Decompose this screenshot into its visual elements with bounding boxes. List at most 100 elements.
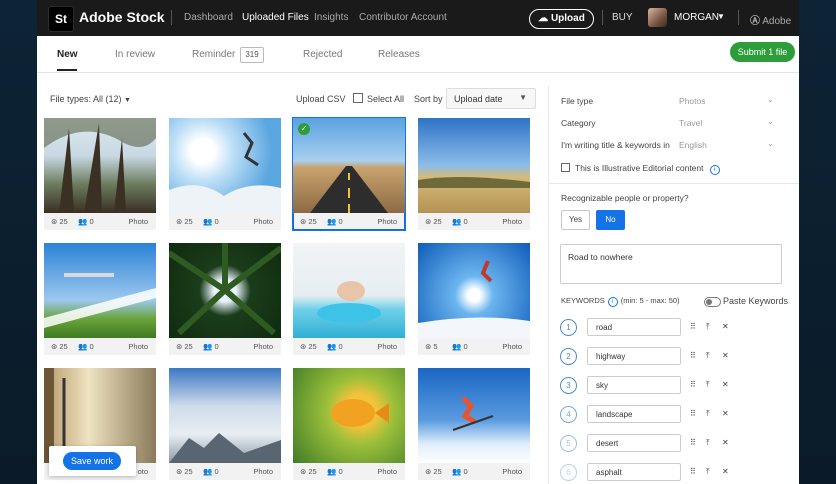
move-to-top-icon[interactable]: ⤒ (706, 351, 710, 361)
selected-check-icon[interactable]: ✓ (298, 123, 310, 135)
close-icon[interactable]: ✕ (722, 322, 729, 331)
move-to-top-icon[interactable]: ⤒ (706, 409, 710, 419)
drag-handle-icon[interactable]: ⠿ (690, 322, 696, 331)
chevron-down-icon[interactable]: ⌄ (767, 139, 774, 148)
close-icon[interactable]: ✕ (722, 438, 729, 447)
image-card[interactable]: ⊛ 25 👥 0 Photo (418, 118, 530, 230)
cloud-upload-icon: ☁ (538, 13, 549, 24)
file-type: Photo (502, 217, 522, 226)
move-to-top-icon[interactable]: ⤒ (706, 467, 710, 477)
info-icon[interactable]: i (607, 297, 618, 307)
sales-count: ⊛ 25 (300, 467, 317, 476)
image-card[interactable]: ⊛ 25 👥 0 Photo (418, 368, 530, 480)
image-card[interactable]: ⊛ 25 👥 0 Photo (169, 368, 281, 480)
keyword-row: 1 road ⠿ ⤒ ✕ (560, 318, 795, 338)
keyword-input[interactable]: desert (587, 434, 681, 452)
language-select[interactable]: English (679, 140, 707, 150)
tab-reminder[interactable]: Reminder (192, 49, 235, 60)
move-to-top-icon[interactable]: ⤒ (706, 438, 710, 448)
close-icon[interactable]: ✕ (722, 351, 729, 360)
keyword-input[interactable]: sky (587, 376, 681, 394)
thumbnail-pool-float[interactable] (293, 243, 405, 338)
illustrative-editorial-checkbox[interactable] (561, 163, 570, 172)
keyword-input[interactable]: road (587, 318, 681, 336)
nav-uploaded-files[interactable]: Uploaded Files (242, 12, 309, 23)
close-icon[interactable]: ✕ (722, 409, 729, 418)
tab-rejected[interactable]: Rejected (303, 49, 342, 60)
card-meta: ⊛ 25 👥 0 Photo (44, 338, 156, 355)
keyword-input[interactable]: landscape (587, 405, 681, 423)
thumbnail-skier-jump[interactable] (418, 243, 530, 338)
nav-dashboard[interactable]: Dashboard (184, 12, 233, 23)
select-all-label[interactable]: Select All (367, 94, 404, 104)
chevron-down-icon[interactable]: ⌄ (767, 95, 774, 104)
category-select[interactable]: Travel (679, 118, 702, 128)
image-card[interactable]: ⊛ 5 👥 0 Photo (418, 243, 530, 355)
file-types-label: File types: All (12) (50, 94, 122, 104)
file-types-filter[interactable]: File types: All (12) ▼ (50, 94, 131, 104)
image-card[interactable]: ⊛ 25 👥 0 Photo (293, 368, 405, 480)
image-card[interactable]: ⊛ 25 👥 0 Photo (44, 243, 156, 355)
upload-csv-link[interactable]: Upload CSV (296, 94, 346, 104)
user-name[interactable]: MORGAN (674, 12, 719, 23)
info-icon[interactable]: i (709, 165, 720, 175)
adobe-logo-icon: Ⓐ (750, 16, 760, 27)
brand-name[interactable]: Adobe Stock (79, 9, 165, 25)
upload-button[interactable]: ☁ Upload (529, 9, 594, 29)
thumbnail-desert-road[interactable] (293, 118, 405, 213)
submit-button[interactable]: Submit 1 file (730, 42, 795, 62)
thumbnail-airplane-field[interactable] (44, 243, 156, 338)
drag-handle-icon[interactable]: ⠿ (690, 409, 696, 418)
paste-keywords-label[interactable]: Paste Keywords (723, 296, 788, 306)
keyword-input[interactable]: asphalt (587, 463, 681, 481)
adobe-link[interactable]: Ⓐ Adobe (750, 12, 791, 27)
drag-handle-icon[interactable]: ⠿ (690, 380, 696, 389)
drag-handle-icon[interactable]: ⠿ (690, 351, 696, 360)
thumbnail-field-landscape[interactable] (418, 118, 530, 213)
image-card[interactable]: ⊛ 25 👥 0 Photo (169, 243, 281, 355)
sales-count: ⊛ 25 (300, 217, 317, 226)
image-card[interactable]: ⊛ 25 👥 0 Photo (44, 118, 156, 230)
close-icon[interactable]: ✕ (722, 380, 729, 389)
people-count: 👥 0 (452, 217, 468, 226)
close-icon[interactable]: ✕ (722, 467, 729, 476)
tab-releases[interactable]: Releases (378, 49, 420, 60)
image-card-selected[interactable]: ✓ ⊛ 25 👥 0 Photo (292, 117, 406, 231)
thumbnail-skier-sun[interactable] (169, 118, 281, 213)
keyword-input[interactable]: highway (587, 347, 681, 365)
thumbnail-skier-powder[interactable] (418, 368, 530, 463)
nav-contributor-account[interactable]: Contributor Account (359, 12, 447, 23)
chevron-down-icon[interactable]: ⌄ (767, 117, 774, 126)
buy-link[interactable]: BUY (612, 12, 633, 23)
thumbnail-mountain-clouds[interactable] (169, 368, 281, 463)
paste-keywords-toggle[interactable] (704, 297, 721, 307)
title-input[interactable]: Road to nowhere (560, 244, 782, 284)
nav-insights[interactable]: Insights (314, 12, 348, 23)
page-background-left (0, 0, 38, 484)
save-work-button[interactable]: Save work (63, 452, 121, 470)
avatar[interactable] (648, 8, 667, 27)
image-card[interactable]: ⊛ 25 👥 0 Photo (169, 118, 281, 230)
select-all-checkbox[interactable] (353, 93, 363, 103)
card-meta: ⊛ 25 👥 0 Photo (169, 463, 281, 480)
move-to-top-icon[interactable]: ⤒ (706, 380, 710, 390)
card-meta: ⊛ 25 👥 0 Photo (418, 463, 530, 480)
stock-logo[interactable]: St (48, 6, 74, 32)
yes-button[interactable]: Yes (561, 210, 590, 230)
people-count: 👥 0 (203, 217, 219, 226)
drag-handle-icon[interactable]: ⠿ (690, 467, 696, 476)
image-card[interactable]: ⊛ 25 👥 0 Photo (293, 243, 405, 355)
tab-in-review[interactable]: In review (115, 49, 155, 60)
move-to-top-icon[interactable]: ⤒ (706, 322, 710, 332)
file-type-select[interactable]: Photos (679, 96, 705, 106)
thumbnail-palm-trees[interactable] (169, 243, 281, 338)
thumbnail-fish[interactable] (293, 368, 405, 463)
people-count: 👥 0 (78, 342, 94, 351)
tab-new[interactable]: New (57, 49, 78, 60)
drag-handle-icon[interactable]: ⠿ (690, 438, 696, 447)
chevron-down-icon[interactable]: ▼ (717, 12, 725, 21)
keyword-row: 2 highway ⠿ ⤒ ✕ (560, 347, 795, 367)
thumbnail-trees-coast[interactable] (44, 118, 156, 213)
no-button[interactable]: No (596, 210, 625, 230)
sort-select[interactable]: Upload date ▼ (446, 88, 536, 109)
